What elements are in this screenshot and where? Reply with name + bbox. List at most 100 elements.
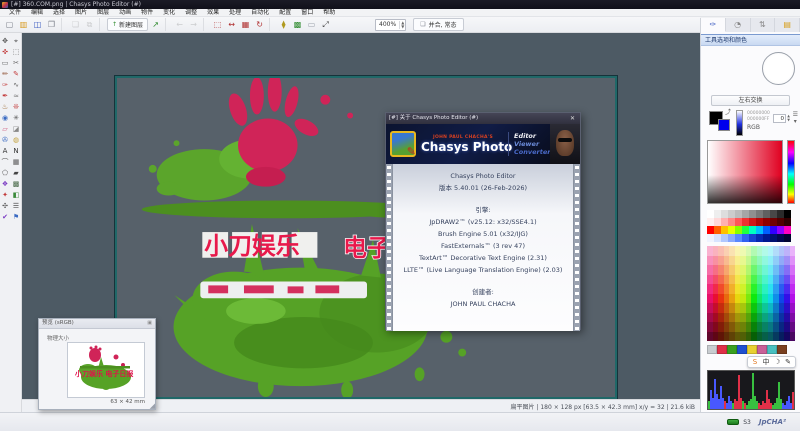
- palette-cell[interactable]: [721, 234, 728, 242]
- spray-tool[interactable]: ✳: [11, 113, 21, 123]
- rotate-button[interactable]: ↻: [253, 18, 266, 31]
- palette-cell[interactable]: [749, 234, 756, 242]
- palette-cell[interactable]: [735, 218, 742, 226]
- palette-cell[interactable]: [742, 226, 749, 234]
- smudge-tool[interactable]: ≈: [11, 91, 21, 101]
- hist-edit-button[interactable]: ✎: [783, 357, 793, 368]
- palette-cell[interactable]: [790, 256, 796, 266]
- palette-cell[interactable]: [735, 226, 742, 234]
- palette-cell[interactable]: [756, 218, 763, 226]
- close-icon[interactable]: ✕: [568, 113, 577, 124]
- palette-cell[interactable]: [790, 294, 796, 304]
- palette-cell[interactable]: [777, 218, 784, 226]
- menu-item-2[interactable]: 选择: [48, 9, 70, 17]
- about-dialog-titlebar[interactable]: [#] 关于 Chasys Photo Editor (#) ✕: [386, 113, 580, 124]
- ink-tool[interactable]: ✒: [0, 91, 10, 101]
- fill-tool[interactable]: ◍: [11, 135, 21, 145]
- frame-button[interactable]: ▭: [305, 18, 318, 31]
- palette-cell[interactable]: [728, 210, 735, 218]
- apply-tool[interactable]: ✔: [0, 212, 10, 222]
- swap-arrow-icon[interactable]: ⤴: [725, 107, 731, 116]
- resize-button[interactable]: ↔: [225, 18, 238, 31]
- text-tool[interactable]: A: [0, 146, 10, 156]
- saturation-value-picker[interactable]: [707, 140, 783, 204]
- pattern-tool[interactable]: ▩: [11, 179, 21, 189]
- open-file-button[interactable]: ▥: [17, 18, 30, 31]
- palette-cell[interactable]: [749, 218, 756, 226]
- clone-tool[interactable]: ❊: [11, 102, 21, 112]
- palette-cell[interactable]: [784, 226, 791, 234]
- menu-item-0[interactable]: 文件: [4, 9, 26, 17]
- import-image-button[interactable]: ↗: [149, 18, 162, 31]
- palette-cell[interactable]: [749, 226, 756, 234]
- node-tool[interactable]: N: [11, 146, 21, 156]
- palette-cell[interactable]: [790, 246, 796, 256]
- recent-color-cell[interactable]: [717, 345, 727, 354]
- palette-cell[interactable]: [735, 210, 742, 218]
- recent-color-cell[interactable]: [777, 345, 787, 354]
- palette-cell[interactable]: [756, 226, 763, 234]
- palette-cell[interactable]: [735, 234, 742, 242]
- swap-colors-button[interactable]: 左右交换: [711, 95, 790, 106]
- palette-cell[interactable]: [728, 226, 735, 234]
- palette-cell[interactable]: [714, 210, 721, 218]
- rect-select-tool[interactable]: ▭: [0, 58, 10, 68]
- hist-source-button[interactable]: S: [750, 357, 760, 368]
- polygon-tool[interactable]: ⬠: [0, 168, 10, 178]
- palette-cell[interactable]: [714, 226, 721, 234]
- palette-cell[interactable]: [777, 210, 784, 218]
- menu-item-9[interactable]: 效果: [202, 9, 224, 17]
- sparkle-tool[interactable]: ✦: [0, 190, 10, 200]
- palette-cell[interactable]: [721, 218, 728, 226]
- panel-menu-icon[interactable]: ▣: [147, 319, 152, 328]
- recent-color-cell[interactable]: [727, 345, 737, 354]
- mesh-tool[interactable]: ☰: [11, 201, 21, 211]
- palette-cell[interactable]: [742, 234, 749, 242]
- palette-cell[interactable]: [742, 210, 749, 218]
- tab-resources[interactable]: ▤: [775, 18, 800, 32]
- palette-cell[interactable]: [763, 210, 770, 218]
- palette-cell[interactable]: [770, 234, 777, 242]
- tab-tool-options[interactable]: ✑: [701, 18, 726, 32]
- palette-cell[interactable]: [777, 234, 784, 242]
- menu-item-4[interactable]: 图层: [92, 9, 114, 17]
- recent-color-cell[interactable]: [767, 345, 777, 354]
- cut-tool[interactable]: ✂: [11, 58, 21, 68]
- stamp-tool[interactable]: ♨: [0, 102, 10, 112]
- palette-cell[interactable]: [770, 218, 777, 226]
- palette-cell[interactable]: [749, 210, 756, 218]
- palette-cell[interactable]: [728, 234, 735, 242]
- menu-item-3[interactable]: 图片: [70, 9, 92, 17]
- picker-tool[interactable]: ✇: [0, 135, 10, 145]
- palette-cell[interactable]: [742, 218, 749, 226]
- new-window-button[interactable]: ❐: [45, 18, 58, 31]
- palette-cell[interactable]: [770, 210, 777, 218]
- pen-tool[interactable]: ✎: [11, 69, 21, 79]
- new-file-button[interactable]: ▢: [3, 18, 16, 31]
- layer-tools-button[interactable]: ⧫: [277, 18, 290, 31]
- palette-cell[interactable]: [784, 218, 791, 226]
- palette-cell[interactable]: [770, 226, 777, 234]
- palette-cell[interactable]: [721, 210, 728, 218]
- resize-grip[interactable]: ◢: [150, 403, 155, 410]
- palette-cell[interactable]: [790, 275, 796, 285]
- panel-menu-buttons[interactable]: ☰▾: [793, 111, 798, 125]
- pencil-tool[interactable]: ✏: [0, 69, 10, 79]
- color-spinner[interactable]: 0: [773, 114, 786, 123]
- palette-cell[interactable]: [756, 234, 763, 242]
- blur-tool[interactable]: ◉: [0, 113, 10, 123]
- hist-night-button[interactable]: ☽: [772, 357, 782, 368]
- brush-tool[interactable]: ✑: [0, 80, 10, 90]
- menu-item-8[interactable]: 调整: [180, 9, 202, 17]
- preview-panel-titlebar[interactable]: 预览 (sRGB) ▣: [39, 319, 155, 329]
- gradient-tool[interactable]: ❖: [0, 179, 10, 189]
- menu-item-7[interactable]: 变化: [158, 9, 180, 17]
- tab-layers[interactable]: ⇅: [751, 18, 776, 32]
- pin-tool[interactable]: ✜: [0, 47, 10, 57]
- preview-thumbnail[interactable]: 小刀娱乐 电子日报: [67, 342, 145, 398]
- palette-cell[interactable]: [784, 210, 791, 218]
- save-file-button[interactable]: ◫: [31, 18, 44, 31]
- palette-cell[interactable]: [784, 234, 791, 242]
- dodge-tool[interactable]: ◪: [11, 124, 21, 134]
- palette-cell[interactable]: [707, 234, 714, 242]
